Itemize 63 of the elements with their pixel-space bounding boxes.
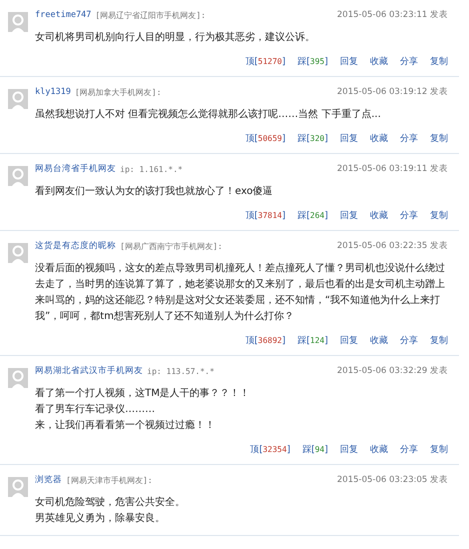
post-time: 2015-05-06 03:19:12 发表 [337,86,448,98]
username-link[interactable]: 网易湖北省武汉市手机网友 [35,365,143,377]
avatar-icon [8,166,28,186]
avatar-icon [8,12,28,32]
downvote-link[interactable]: 踩[264] [298,208,328,222]
user-origin: [网易加拿大手机网友]: [74,86,162,98]
post-time: 2015-05-06 03:22:35 发表 [337,240,448,252]
post-time: 2015-05-06 03:23:05 发表 [337,474,448,486]
action-link[interactable]: 分享 [400,442,418,456]
comment-text: 来，让我们再看看第一个视频过过瘾！！ [35,418,216,433]
action-link[interactable]: 收藏 [370,442,388,456]
user-origin: [网易天津市手机网友]: [66,474,152,486]
comment-text: 女司机将男司机别向行人目的明显，行为极其恶劣，建议公诉。 [35,30,316,45]
avatar-icon [8,368,28,388]
action-link[interactable]: 分享 [400,132,418,144]
downvote-link[interactable]: 踩[94] [302,442,328,456]
action-link[interactable]: 回复 [340,132,358,144]
post-time: 2015-05-06 03:19:11 发表 [337,163,448,175]
comment-text: 看了男车行车记录仪……… [35,402,156,417]
action-link[interactable]: 收藏 [370,132,388,144]
user-origin: [网易辽宁省辽阳市手机网友]: [95,10,206,20]
user-origin: ip: 1.161.*.* [120,164,183,174]
action-link[interactable]: 复制 [430,132,448,144]
action-link[interactable]: 复制 [430,442,448,456]
username-link[interactable]: 浏览器 [35,474,62,486]
username-link[interactable]: 这货是有态度的昵称 [35,240,116,252]
avatar-icon [8,477,28,497]
upvote-link[interactable]: 顶[50659] [245,132,286,144]
upvote-link[interactable]: 顶[36892] [245,334,286,346]
action-link[interactable]: 回复 [340,334,358,346]
avatar-icon [8,89,28,109]
action-link[interactable]: 复制 [430,208,448,222]
downvote-link[interactable]: 踩[124] [298,334,328,346]
action-link[interactable]: 复制 [430,54,448,68]
action-link[interactable]: 回复 [340,442,358,456]
username-link[interactable]: kly1319 [35,87,71,97]
upvote-link[interactable]: 顶[32354] [250,442,290,456]
username-link[interactable]: 网易台湾省手机网友 [35,163,116,175]
upvote-link[interactable]: 顶[51270] [245,54,286,68]
action-link[interactable]: 分享 [400,334,418,346]
action-link[interactable]: 回复 [340,54,358,68]
upvote-link[interactable]: 顶[37814] [245,208,286,222]
post-time: 2015-05-06 03:23:11 发表 [337,9,448,21]
avatar-icon [8,243,28,263]
action-link[interactable]: 回复 [340,208,358,222]
username-link[interactable]: freetime747 [35,10,92,20]
comment-text: 看到网友们一致认为女的该打我也就放心了！exo傻逼 [35,184,274,199]
downvote-link[interactable]: 踩[395] [298,54,328,68]
comment-text: 看了第一个打人视频，这TM是人干的事？？！！ [35,386,251,401]
post-time: 2015-05-06 03:32:29 发表 [337,365,448,377]
action-link[interactable]: 复制 [430,334,448,346]
downvote-link[interactable]: 踩[320] [298,132,328,144]
user-origin: [网易广西南宁市手机网友]: [120,240,222,252]
action-link[interactable]: 收藏 [370,54,388,68]
comment-text: 虽然我想说打人不对 但看完视频怎么觉得就那么该打呢……当然 下手重了点... [35,108,382,122]
comment-text: 男英雄见义勇为，除暴安良。 [35,512,166,526]
user-origin: ip: 113.57.*.* [147,366,214,376]
action-link[interactable]: 分享 [400,54,418,68]
comment-text: 女司机危险驾驶，危害公共安全。 [35,496,186,510]
action-link[interactable]: 收藏 [370,208,388,222]
action-link[interactable]: 分享 [400,208,418,222]
action-link[interactable]: 收藏 [370,334,388,346]
comment-text: 没看后面的视频吗，这女的差点导致男司机撞死人！差点撞死人了懂？男司机也没说什么绕过去走了，当时男的连说算了算了，她老婆说那女的又来别了，最后也看的出是女司机主动蹭上来叫骂的，妈的这还能忍？特别是这对父女还装委屈，还不知情，“我不知道他为什么上来打我”，呵呵，都tm想害死别人了还不知道别人为什么打你？ [35,262,446,324]
